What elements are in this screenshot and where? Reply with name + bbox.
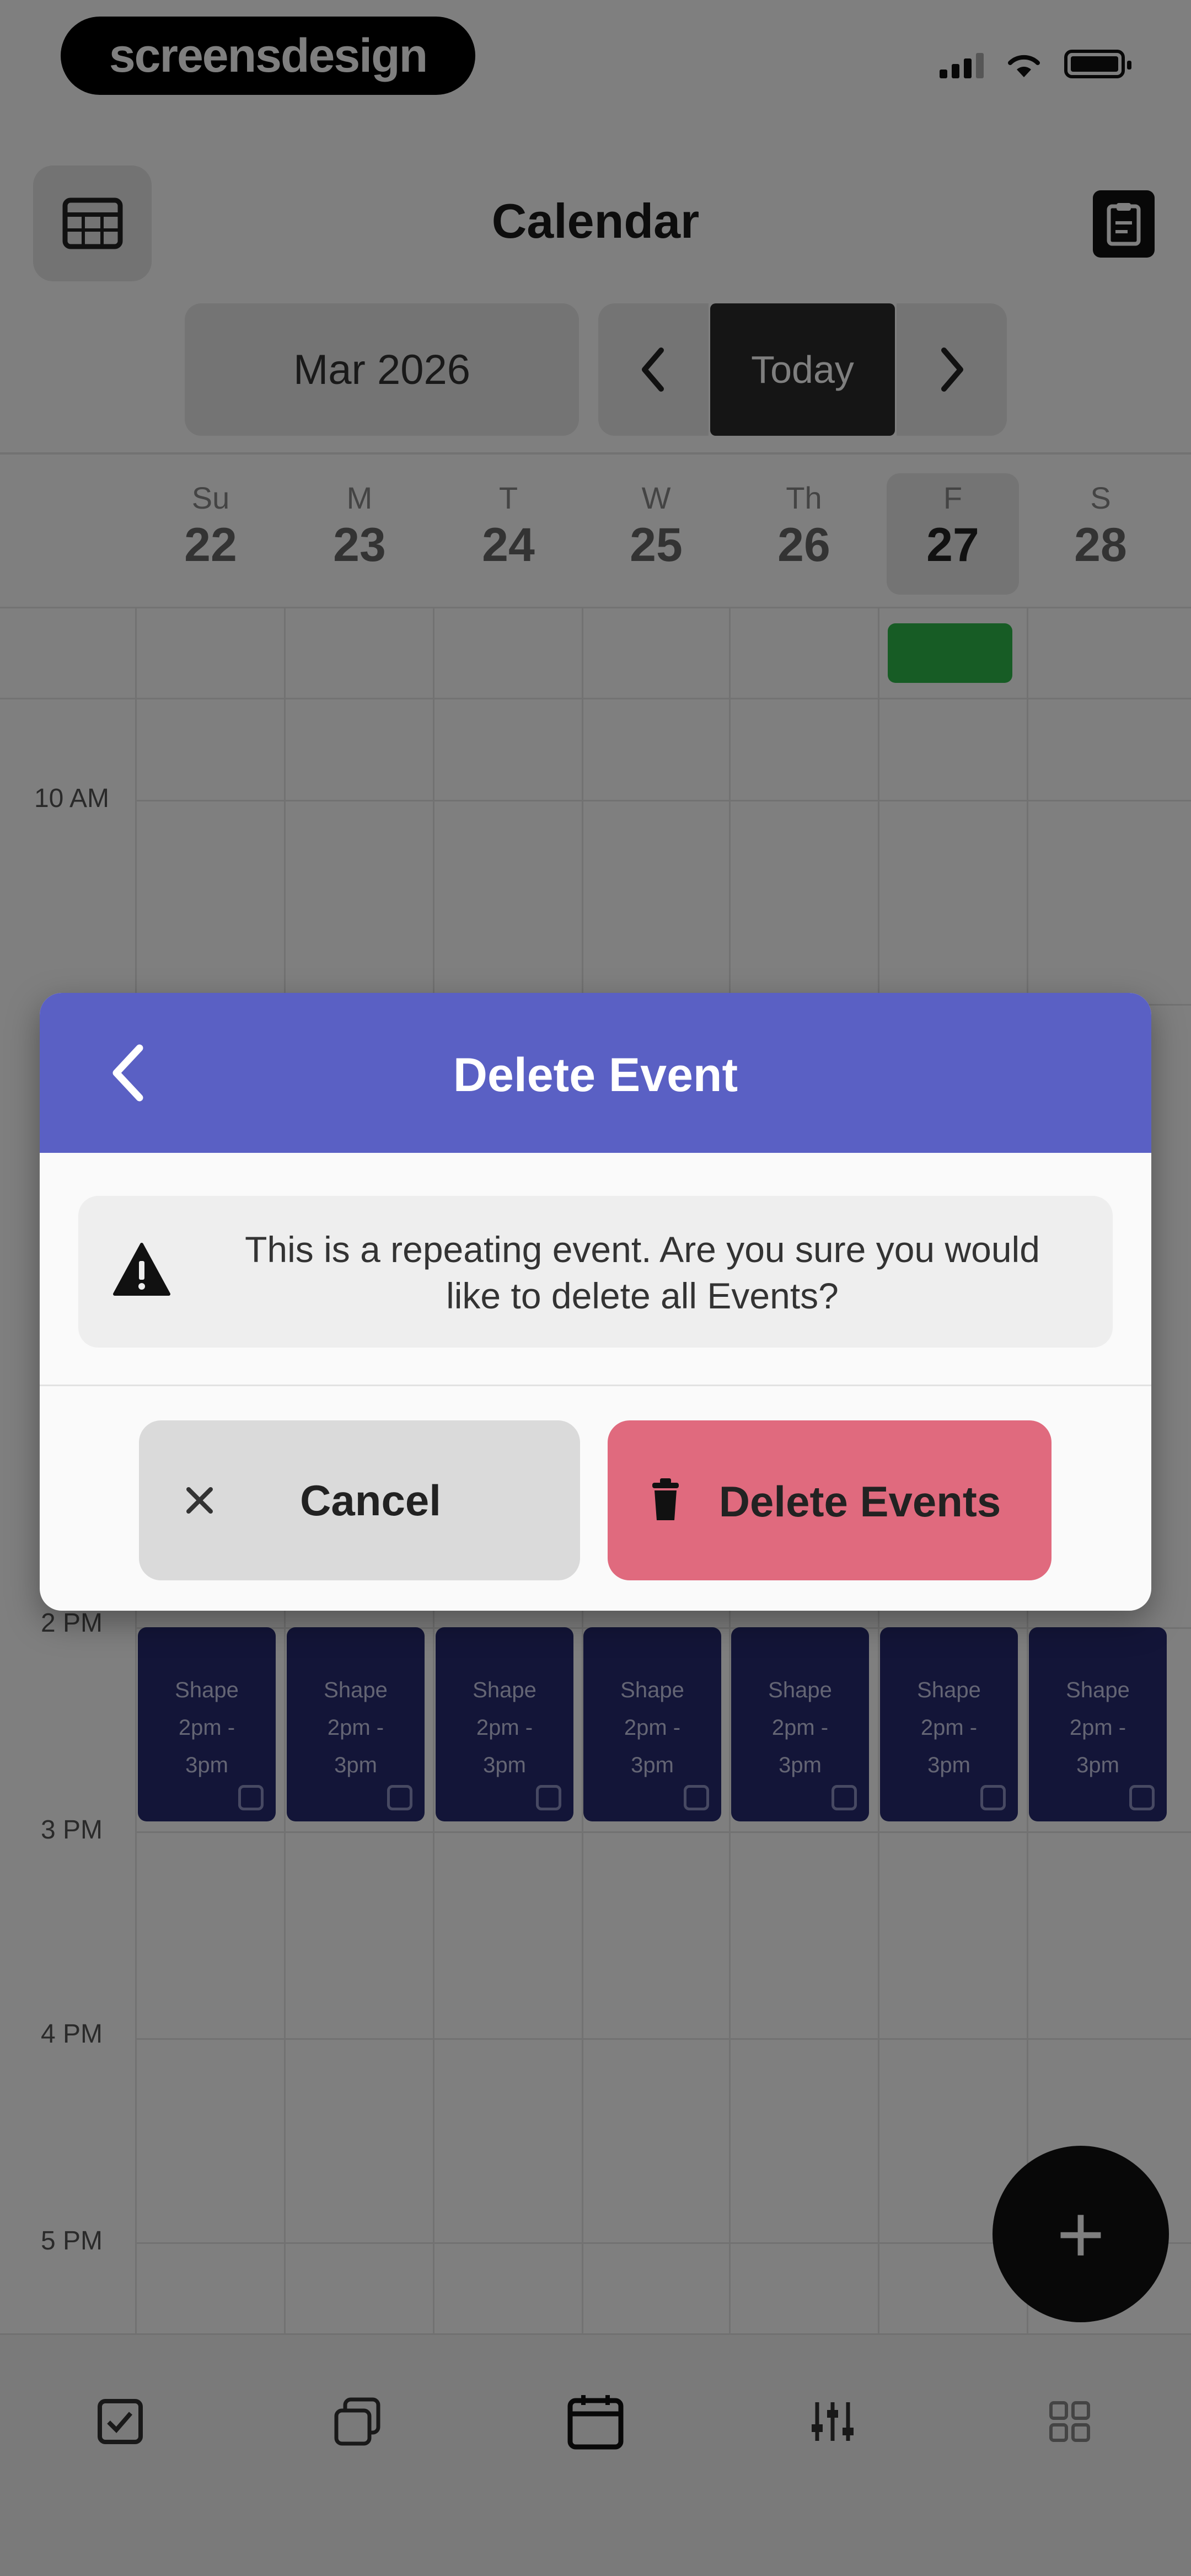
delete-events-label: Delete Events — [718, 1477, 1001, 1526]
delete-event-dialog: Delete Event This is a repeating event. … — [40, 993, 1151, 1611]
dialog-divider — [40, 1385, 1151, 1386]
dialog-title: Delete Event — [453, 1049, 738, 1102]
warning-icon — [113, 1243, 170, 1296]
dialog-header: Delete Event — [40, 993, 1151, 1153]
cancel-label: Cancel — [300, 1476, 441, 1525]
warning-text: This is a repeating event. Are you sure … — [245, 1229, 1040, 1316]
delete-events-button[interactable]: Delete Events — [608, 1420, 1051, 1580]
cancel-button[interactable]: Cancel — [139, 1420, 580, 1580]
warning-message-box: This is a repeating event. Are you sure … — [78, 1196, 1113, 1348]
